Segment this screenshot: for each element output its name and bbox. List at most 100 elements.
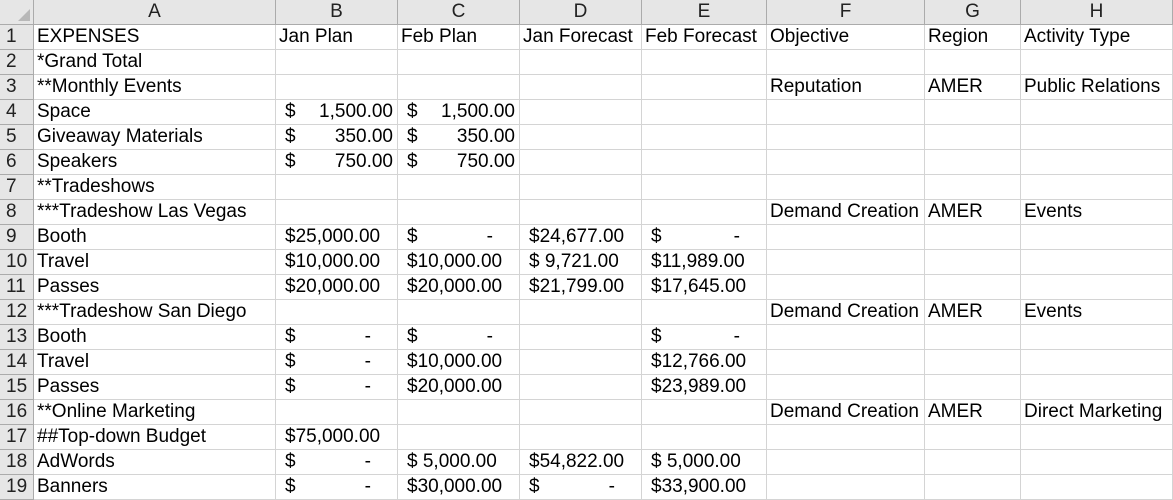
cell-h17[interactable] [1021, 425, 1173, 450]
cell-d15[interactable] [520, 375, 642, 400]
cell-f7[interactable] [767, 175, 925, 200]
row-header[interactable]: 11 [0, 275, 34, 300]
cell-d11[interactable]: $21,799.00 [520, 275, 642, 300]
cell-e1[interactable]: Feb Forecast [642, 25, 767, 50]
cell-g12[interactable]: AMER [925, 300, 1021, 325]
cell-b1[interactable]: Jan Plan [276, 25, 398, 50]
cell-d13[interactable] [520, 325, 642, 350]
row-header[interactable]: 19 [0, 475, 34, 500]
row-header[interactable]: 12 [0, 300, 34, 325]
cell-h13[interactable] [1021, 325, 1173, 350]
cell-h7[interactable] [1021, 175, 1173, 200]
row-header[interactable]: 3 [0, 75, 34, 100]
cell-a2[interactable]: *Grand Total [34, 50, 276, 75]
row-header[interactable]: 17 [0, 425, 34, 450]
cell-f12[interactable]: Demand Creation [767, 300, 925, 325]
cell-h15[interactable] [1021, 375, 1173, 400]
cell-b5[interactable]: $350.00 [276, 125, 398, 150]
cell-d18[interactable]: $54,822.00 [520, 450, 642, 475]
cell-a5[interactable]: Giveaway Materials [34, 125, 276, 150]
cell-e17[interactable] [642, 425, 767, 450]
cell-e6[interactable] [642, 150, 767, 175]
cell-g6[interactable] [925, 150, 1021, 175]
cell-d19[interactable]: $ - [520, 475, 642, 500]
cell-a16[interactable]: **Online Marketing [34, 400, 276, 425]
cell-h3[interactable]: Public Relations [1021, 75, 1173, 100]
cell-e13[interactable]: $ - [642, 325, 767, 350]
cell-c4[interactable]: $1,500.00 [398, 100, 520, 125]
cell-c5[interactable]: $350.00 [398, 125, 520, 150]
cell-c8[interactable] [398, 200, 520, 225]
cell-a8[interactable]: ***Tradeshow Las Vegas [34, 200, 276, 225]
cell-d10[interactable]: $ 9,721.00 [520, 250, 642, 275]
cell-c18[interactable]: $ 5,000.00 [398, 450, 520, 475]
cell-a1[interactable]: EXPENSES [34, 25, 276, 50]
cell-d5[interactable] [520, 125, 642, 150]
cell-g9[interactable] [925, 225, 1021, 250]
row-header[interactable]: 1 [0, 25, 34, 50]
row-header[interactable]: 4 [0, 100, 34, 125]
cell-h19[interactable] [1021, 475, 1173, 500]
cell-a6[interactable]: Speakers [34, 150, 276, 175]
cell-d1[interactable]: Jan Forecast [520, 25, 642, 50]
cell-g14[interactable] [925, 350, 1021, 375]
cell-b17[interactable]: $75,000.00 [276, 425, 398, 450]
column-header-e[interactable]: E [642, 0, 767, 25]
row-header[interactable]: 16 [0, 400, 34, 425]
cell-g10[interactable] [925, 250, 1021, 275]
cell-e12[interactable] [642, 300, 767, 325]
cell-c1[interactable]: Feb Plan [398, 25, 520, 50]
cell-d17[interactable] [520, 425, 642, 450]
cell-h2[interactable] [1021, 50, 1173, 75]
cell-a3[interactable]: **Monthly Events [34, 75, 276, 100]
cell-c17[interactable] [398, 425, 520, 450]
cell-e4[interactable] [642, 100, 767, 125]
cell-a9[interactable]: Booth [34, 225, 276, 250]
cell-c19[interactable]: $30,000.00 [398, 475, 520, 500]
cell-b4[interactable]: $1,500.00 [276, 100, 398, 125]
cell-f6[interactable] [767, 150, 925, 175]
cell-b9[interactable]: $25,000.00 [276, 225, 398, 250]
cell-b14[interactable]: $ - [276, 350, 398, 375]
cell-g4[interactable] [925, 100, 1021, 125]
row-header[interactable]: 5 [0, 125, 34, 150]
cell-d14[interactable] [520, 350, 642, 375]
cell-e8[interactable] [642, 200, 767, 225]
row-header[interactable]: 8 [0, 200, 34, 225]
cell-e19[interactable]: $33,900.00 [642, 475, 767, 500]
row-header[interactable]: 14 [0, 350, 34, 375]
cell-h12[interactable]: Events [1021, 300, 1173, 325]
cell-c7[interactable] [398, 175, 520, 200]
cell-h18[interactable] [1021, 450, 1173, 475]
row-header[interactable]: 18 [0, 450, 34, 475]
cell-e15[interactable]: $23,989.00 [642, 375, 767, 400]
cell-g17[interactable] [925, 425, 1021, 450]
cell-c2[interactable] [398, 50, 520, 75]
cell-f19[interactable] [767, 475, 925, 500]
cell-a12[interactable]: ***Tradeshow San Diego [34, 300, 276, 325]
cell-d7[interactable] [520, 175, 642, 200]
cell-f14[interactable] [767, 350, 925, 375]
cell-f2[interactable] [767, 50, 925, 75]
cell-f9[interactable] [767, 225, 925, 250]
row-header[interactable]: 9 [0, 225, 34, 250]
cell-c12[interactable] [398, 300, 520, 325]
cell-h4[interactable] [1021, 100, 1173, 125]
cell-f13[interactable] [767, 325, 925, 350]
cell-a15[interactable]: Passes [34, 375, 276, 400]
cell-f5[interactable] [767, 125, 925, 150]
row-header[interactable]: 7 [0, 175, 34, 200]
cell-g3[interactable]: AMER [925, 75, 1021, 100]
cell-b13[interactable]: $ - [276, 325, 398, 350]
cell-a14[interactable]: Travel [34, 350, 276, 375]
cell-c11[interactable]: $20,000.00 [398, 275, 520, 300]
column-header-a[interactable]: A [34, 0, 276, 25]
cell-b19[interactable]: $ - [276, 475, 398, 500]
cell-e18[interactable]: $ 5,000.00 [642, 450, 767, 475]
cell-f17[interactable] [767, 425, 925, 450]
row-header[interactable]: 10 [0, 250, 34, 275]
cell-f10[interactable] [767, 250, 925, 275]
cell-g2[interactable] [925, 50, 1021, 75]
cell-f11[interactable] [767, 275, 925, 300]
row-header[interactable]: 13 [0, 325, 34, 350]
